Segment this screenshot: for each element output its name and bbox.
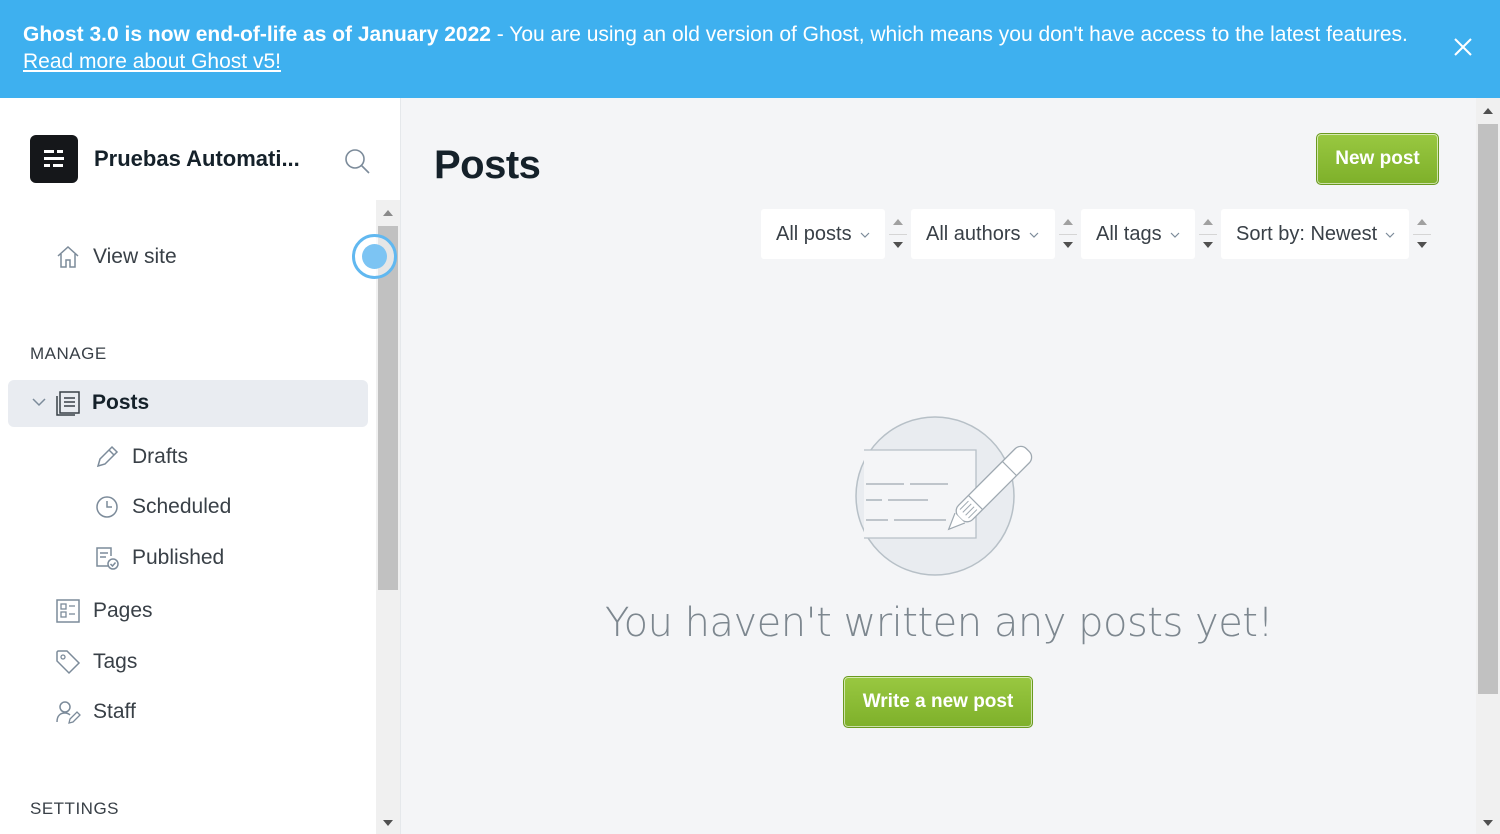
scrollbar-thumb[interactable]	[378, 226, 398, 590]
type-filter-spinner[interactable]	[885, 209, 911, 259]
scroll-up-arrow-icon[interactable]	[1483, 108, 1493, 114]
scroll-down-arrow-icon[interactable]	[1483, 820, 1493, 826]
cursor-click-indicator	[352, 234, 397, 279]
search-icon[interactable]	[343, 147, 371, 175]
new-post-button[interactable]: New post	[1316, 133, 1439, 185]
author-filter-spinner[interactable]	[1055, 209, 1081, 259]
post-filters: All posts All authors All tags Sort by: …	[761, 209, 1435, 259]
pages-icon	[55, 598, 81, 624]
banner-bold-text: Ghost 3.0 is now end-of-life as of Janua…	[23, 23, 491, 46]
sidebar-item-tags[interactable]: Tags	[55, 649, 137, 675]
chevron-down-icon[interactable]	[32, 397, 46, 407]
sort-select[interactable]: Sort by: Newest	[1221, 209, 1409, 259]
view-site-label: View site	[93, 245, 177, 268]
sidebar-scrollbar[interactable]	[376, 200, 400, 834]
view-site-link[interactable]: View site	[55, 244, 177, 270]
site-brand[interactable]: Pruebas Automati...	[30, 135, 300, 183]
drafts-label: Drafts	[132, 445, 189, 468]
chevron-down-icon	[1170, 232, 1180, 238]
manage-section-label: MANAGE	[30, 344, 107, 363]
type-filter-value: All posts	[776, 222, 852, 245]
main-content: Posts New post All posts All authors All…	[402, 98, 1476, 834]
type-filter-select[interactable]: All posts	[761, 209, 885, 259]
banner-link[interactable]: Read more about Ghost v5!	[23, 50, 281, 73]
tag-icon	[55, 649, 81, 675]
tag-filter-value: All tags	[1096, 222, 1162, 245]
close-icon[interactable]	[1452, 36, 1474, 58]
site-name: Pruebas Automati...	[94, 146, 300, 171]
empty-state-message: You haven't written any posts yet!	[604, 600, 1274, 646]
upgrade-banner: Ghost 3.0 is now end-of-life as of Janua…	[0, 0, 1500, 98]
write-new-post-button[interactable]: Write a new post	[843, 676, 1033, 728]
scrollbar-thumb[interactable]	[1478, 124, 1498, 694]
posts-label: Posts	[92, 391, 150, 414]
sidebar-item-scheduled[interactable]: Scheduled	[94, 494, 231, 520]
tag-filter-select[interactable]: All tags	[1081, 209, 1195, 259]
chevron-down-icon	[860, 232, 870, 238]
clock-icon	[94, 494, 120, 520]
site-logo-icon	[30, 135, 78, 183]
home-icon	[55, 244, 81, 270]
sidebar-item-staff[interactable]: Staff	[55, 699, 136, 725]
sidebar: Pruebas Automati... View site MANAGE Pos…	[0, 98, 401, 834]
settings-section-label: SETTINGS	[30, 799, 120, 818]
chevron-down-icon	[1029, 232, 1038, 238]
tag-filter-spinner[interactable]	[1195, 209, 1221, 259]
sidebar-item-posts[interactable]: Posts	[8, 380, 368, 427]
published-label: Published	[132, 546, 225, 569]
sort-spinner[interactable]	[1409, 209, 1435, 259]
sidebar-item-drafts[interactable]: Drafts	[94, 444, 188, 470]
published-icon	[94, 545, 120, 571]
pages-label: Pages	[93, 599, 153, 622]
banner-message: - You are using an old version of Ghost,…	[490, 23, 1408, 46]
scheduled-label: Scheduled	[132, 495, 232, 518]
scroll-down-arrow-icon[interactable]	[383, 820, 393, 826]
empty-posts-illustration-icon	[855, 416, 1033, 576]
sidebar-item-pages[interactable]: Pages	[55, 598, 153, 624]
author-filter-value: All authors	[926, 222, 1021, 245]
scroll-up-arrow-icon[interactable]	[383, 210, 393, 216]
author-filter-select[interactable]: All authors	[911, 209, 1055, 259]
posts-icon	[56, 391, 80, 416]
staff-label: Staff	[93, 700, 136, 723]
sidebar-item-published[interactable]: Published	[94, 545, 224, 571]
page-title: Posts	[434, 143, 541, 187]
staff-icon	[55, 699, 81, 725]
tags-label: Tags	[93, 650, 138, 673]
sort-value: Sort by: Newest	[1236, 222, 1378, 245]
chevron-down-icon	[1385, 232, 1395, 238]
pencil-icon	[94, 444, 120, 470]
main-scrollbar[interactable]	[1476, 98, 1500, 834]
